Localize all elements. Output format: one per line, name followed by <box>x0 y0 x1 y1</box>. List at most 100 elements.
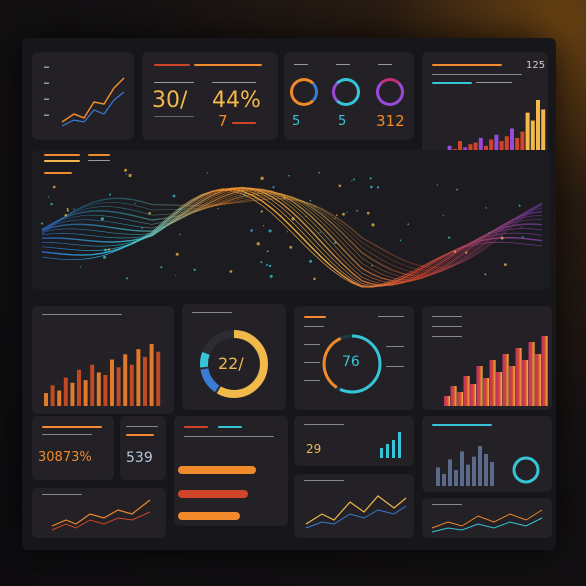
bar-mark <box>70 382 75 406</box>
sub-bar <box>184 436 274 437</box>
particle-dot <box>104 248 108 252</box>
particle-dot <box>133 241 135 244</box>
area-mark <box>522 360 529 406</box>
particle-dot <box>484 273 487 276</box>
bar-mark <box>116 367 121 406</box>
bar-chart-icon <box>42 335 164 406</box>
particle-dot <box>162 226 165 229</box>
bar-mark <box>156 351 161 406</box>
area-mark <box>541 336 548 406</box>
particle-dot <box>399 239 402 242</box>
bar-mark <box>478 446 482 486</box>
bar-mark <box>448 459 452 486</box>
panel-bar-chart-left[interactable] <box>32 306 174 414</box>
particle-dot <box>52 185 56 189</box>
panel-mini-bars[interactable]: 29 <box>294 416 414 466</box>
panel-line-bottom-mid[interactable] <box>294 474 414 538</box>
particle-dot <box>179 207 181 210</box>
particle-dot <box>250 229 253 232</box>
label-bar <box>294 64 308 65</box>
panel-kpi-percent[interactable]: 30/ 44% 7 <box>142 52 278 140</box>
particle-dot <box>289 245 293 249</box>
particle-dot <box>407 223 409 225</box>
sub-bar <box>126 434 154 436</box>
bar-mark <box>436 467 440 486</box>
particle-dot <box>263 225 265 227</box>
panel-value-kpi[interactable]: 539 <box>120 416 166 480</box>
line-chart-icon <box>305 495 407 529</box>
particle-dot <box>148 211 151 215</box>
particle-dot <box>266 250 269 253</box>
particle-dot <box>338 184 342 188</box>
sub-bar <box>42 434 92 435</box>
area-mark <box>515 348 522 406</box>
particle-dot <box>206 172 208 174</box>
ring-value: 76 <box>342 354 360 370</box>
area-mark <box>444 396 451 406</box>
panel-area-chart[interactable] <box>422 306 552 410</box>
particle-dot <box>314 205 317 207</box>
bar-mark <box>149 344 154 406</box>
header-bar <box>154 64 190 66</box>
particle-dot <box>125 173 127 175</box>
panel-line-bottom-left[interactable] <box>32 488 166 538</box>
area-mark <box>470 384 477 406</box>
ring-value-c: 312 <box>376 112 405 130</box>
panel-donut[interactable]: 22/ <box>182 304 286 410</box>
header-bar <box>42 426 102 428</box>
particle-dot <box>518 204 521 207</box>
line-chart-icon <box>61 77 125 127</box>
particle-dot <box>256 242 260 246</box>
particle-dot <box>305 215 307 218</box>
particle-dot <box>141 227 143 229</box>
bar-mark <box>110 359 114 406</box>
area-mark <box>535 354 542 406</box>
wave-line <box>41 192 543 277</box>
particle-dot <box>369 177 372 180</box>
particle-dot <box>500 236 504 240</box>
particle-dot <box>334 217 336 220</box>
wave-line <box>41 189 543 288</box>
bar-mark <box>472 456 476 486</box>
bar-mark <box>44 393 48 406</box>
bar-mark <box>484 454 488 486</box>
panel-progress-list[interactable] <box>174 416 288 526</box>
particle-dot <box>288 174 290 177</box>
panel-progress-rings[interactable]: 5 5 312 <box>284 52 414 140</box>
bar-mark <box>460 451 464 486</box>
particle-dot <box>334 241 337 244</box>
particle-dot <box>174 274 176 276</box>
particle-dot <box>448 236 451 239</box>
particle-dot <box>504 263 507 266</box>
area-mark <box>496 372 503 406</box>
particle-dot <box>179 233 181 236</box>
bar-mark <box>490 462 494 486</box>
panel-wave-visualization[interactable] <box>32 150 550 290</box>
panel-line-bottom-right[interactable] <box>422 498 552 538</box>
panel-line-chart-small[interactable]: ▬ ▬ ▬ ▬ <box>32 52 134 140</box>
particle-dot <box>269 274 273 278</box>
progress-bar <box>178 490 248 498</box>
header-bar <box>184 426 208 428</box>
wave-line <box>41 189 543 281</box>
panel-histogram[interactable] <box>422 416 552 492</box>
bar-mark <box>466 464 470 486</box>
particle-dot <box>265 263 269 267</box>
bar-mark <box>442 474 446 486</box>
wave-line <box>41 194 543 274</box>
particle-dot <box>456 188 459 191</box>
panel-ring-gauge[interactable]: 76 <box>294 306 414 410</box>
label-bar <box>378 64 392 65</box>
particle-dot <box>318 171 321 174</box>
particle-dot <box>260 261 263 264</box>
particle-dot <box>260 210 263 213</box>
progress-ring-icon <box>376 78 404 106</box>
particle-dot <box>134 202 136 204</box>
particle-dot <box>100 217 105 221</box>
particle-dot <box>442 214 444 216</box>
bar-chart-icon <box>380 432 401 458</box>
area-chart-icon <box>444 336 548 406</box>
particle-dot <box>521 236 524 238</box>
panel-percent-kpi[interactable]: 30873% <box>32 416 114 480</box>
particle-dot <box>351 180 353 182</box>
